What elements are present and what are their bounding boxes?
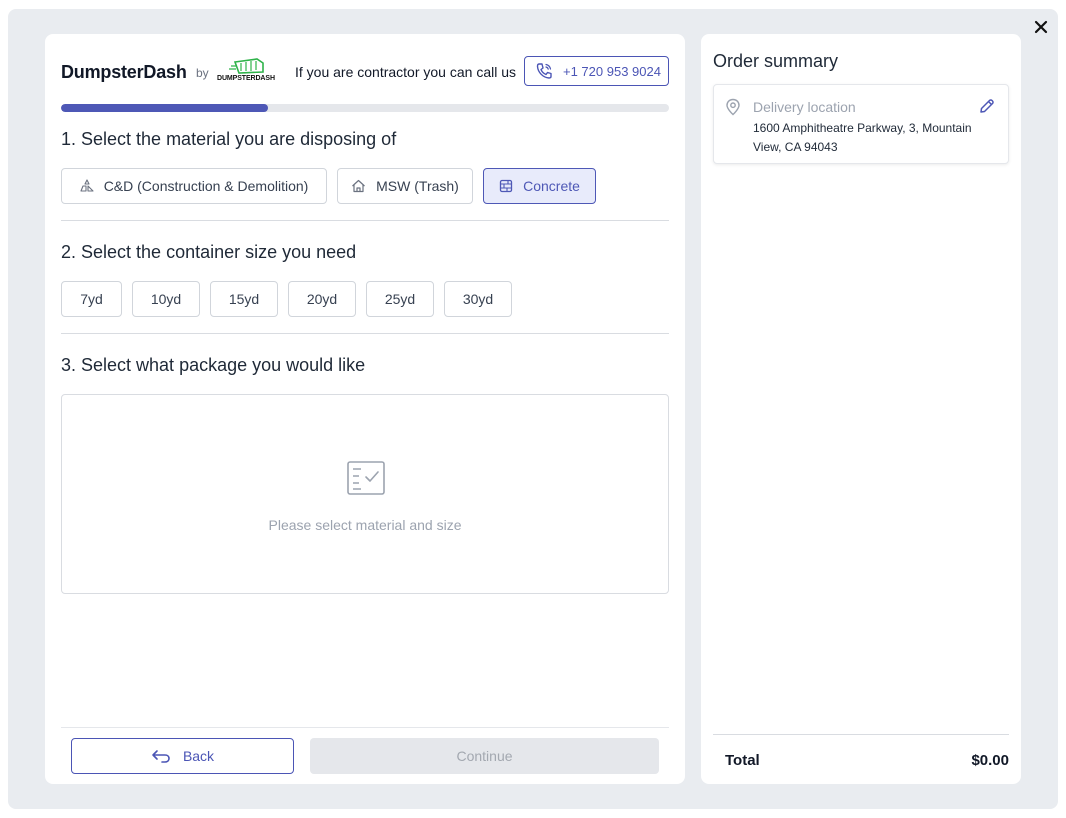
delivery-location-label: Delivery location xyxy=(753,99,856,115)
logo-text: DUMPSTERDASH xyxy=(217,75,275,82)
back-arrow-icon xyxy=(151,748,171,764)
checklist-icon xyxy=(347,461,385,495)
material-option-label: Concrete xyxy=(523,178,580,194)
phone-icon xyxy=(536,63,552,79)
footer-divider xyxy=(61,727,669,728)
location-pin-icon xyxy=(726,98,740,116)
size-option-7yd[interactable]: 7yd xyxy=(61,281,122,317)
divider xyxy=(61,220,669,221)
back-label: Back xyxy=(182,748,215,764)
material-option-label: MSW (Trash) xyxy=(376,178,459,194)
material-option-msw[interactable]: MSW (Trash) xyxy=(337,168,473,204)
contractor-text: If you are contractor you can call us xyxy=(295,64,516,80)
step-2-title: 2. Select the container size you need xyxy=(61,242,357,262)
material-option-concrete[interactable]: Concrete xyxy=(483,168,596,204)
back-button[interactable]: Back xyxy=(71,738,294,774)
progress-bar xyxy=(61,104,669,112)
package-empty-text: Please select material and size xyxy=(268,517,462,533)
construction-icon xyxy=(80,179,94,193)
size-option-20yd[interactable]: 20yd xyxy=(288,281,356,317)
step-3-title: 3. Select what package you would like xyxy=(61,355,366,375)
step-1-title: 1. Select the material you are disposing… xyxy=(61,129,397,149)
phone-number: +1 720 953 9024 xyxy=(563,63,661,79)
close-button[interactable] xyxy=(1030,16,1052,38)
close-icon xyxy=(1034,20,1048,34)
summary-divider xyxy=(713,734,1009,735)
delivery-location-card: Delivery location 1600 Amphitheatre Park… xyxy=(713,84,1009,164)
material-option-cd[interactable]: C&D (Construction & Demolition) xyxy=(61,168,327,204)
divider xyxy=(61,333,669,334)
material-option-label: C&D (Construction & Demolition) xyxy=(103,178,309,194)
brand-name: DumpsterDash xyxy=(61,62,187,82)
total-value: $0.00 xyxy=(971,752,1009,769)
delivery-address: 1600 Amphitheatre Parkway, 3, Mountain V… xyxy=(753,121,972,154)
order-form-card: DumpsterDash by DUMPSTERDASH If you are … xyxy=(45,34,685,784)
order-summary-card: Order summary Delivery location 1600 Amp… xyxy=(701,34,1021,784)
order-summary-title: Order summary xyxy=(713,51,839,71)
continue-label: Continue xyxy=(456,748,513,764)
size-option-30yd[interactable]: 30yd xyxy=(444,281,512,317)
size-option-15yd[interactable]: 15yd xyxy=(210,281,278,317)
size-option-25yd[interactable]: 25yd xyxy=(366,281,434,317)
total-label: Total xyxy=(725,752,760,769)
edit-pencil-icon[interactable] xyxy=(978,98,995,115)
concrete-icon xyxy=(499,179,513,193)
dumpsterdash-logo: DUMPSTERDASH xyxy=(217,58,281,84)
continue-button[interactable]: Continue xyxy=(310,738,659,774)
dumpster-logo-icon xyxy=(229,58,264,74)
size-option-10yd[interactable]: 10yd xyxy=(132,281,200,317)
progress-fill xyxy=(61,104,268,112)
brand-by: by xyxy=(196,66,209,80)
package-placeholder: Please select material and size xyxy=(61,394,669,594)
house-icon xyxy=(351,179,366,193)
call-phone-button[interactable]: +1 720 953 9024 xyxy=(524,56,669,86)
